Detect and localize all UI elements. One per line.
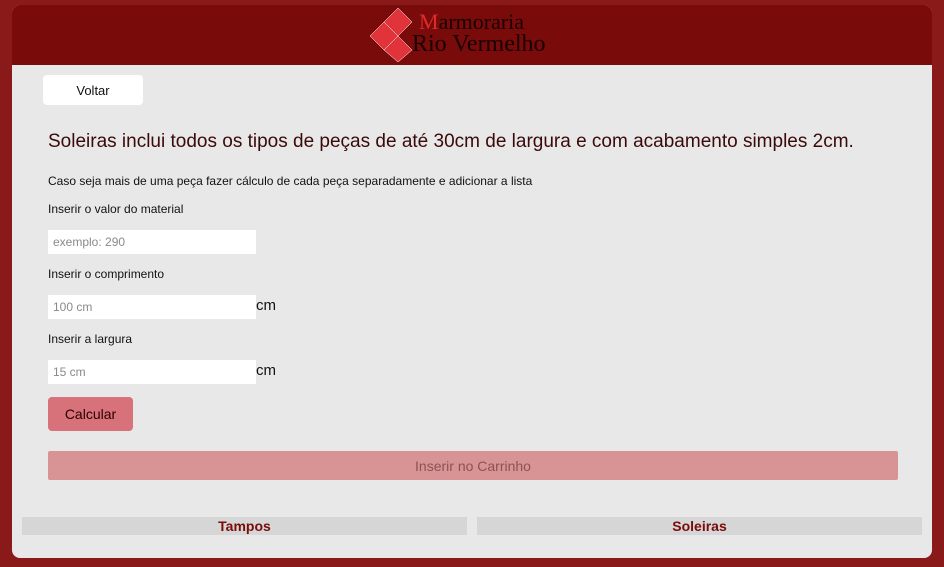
tab-soleiras[interactable]: Soleiras bbox=[477, 517, 922, 535]
brand-name-line1: Marmoraria bbox=[419, 11, 524, 33]
material-value-input[interactable] bbox=[48, 230, 256, 254]
length-unit: cm bbox=[256, 297, 276, 314]
header-bar: Marmoraria Rio Vermelho bbox=[12, 5, 932, 65]
instruction-note: Caso seja mais de uma peça fazer cálculo… bbox=[48, 174, 533, 188]
add-to-cart-button[interactable]: Inserir no Carrinho bbox=[48, 451, 898, 480]
length-label: Inserir o comprimento bbox=[48, 267, 165, 281]
main-panel: Marmoraria Rio Vermelho Voltar Soleiras … bbox=[12, 5, 932, 558]
tab-tampos[interactable]: Tampos bbox=[22, 517, 467, 535]
width-input[interactable] bbox=[48, 360, 256, 384]
brand-logo[interactable]: Marmoraria Rio Vermelho bbox=[370, 7, 570, 63]
brand-name-line2: Rio Vermelho bbox=[412, 31, 546, 57]
width-label: Inserir a largura bbox=[48, 332, 133, 346]
width-unit: cm bbox=[256, 362, 276, 379]
length-input[interactable] bbox=[48, 295, 256, 319]
page-title: Soleiras inclui todos os tipos de peças … bbox=[48, 131, 854, 152]
back-button[interactable]: Voltar bbox=[43, 75, 143, 105]
material-value-label: Inserir o valor do material bbox=[48, 202, 184, 216]
calculate-button[interactable]: Calcular bbox=[48, 397, 133, 431]
